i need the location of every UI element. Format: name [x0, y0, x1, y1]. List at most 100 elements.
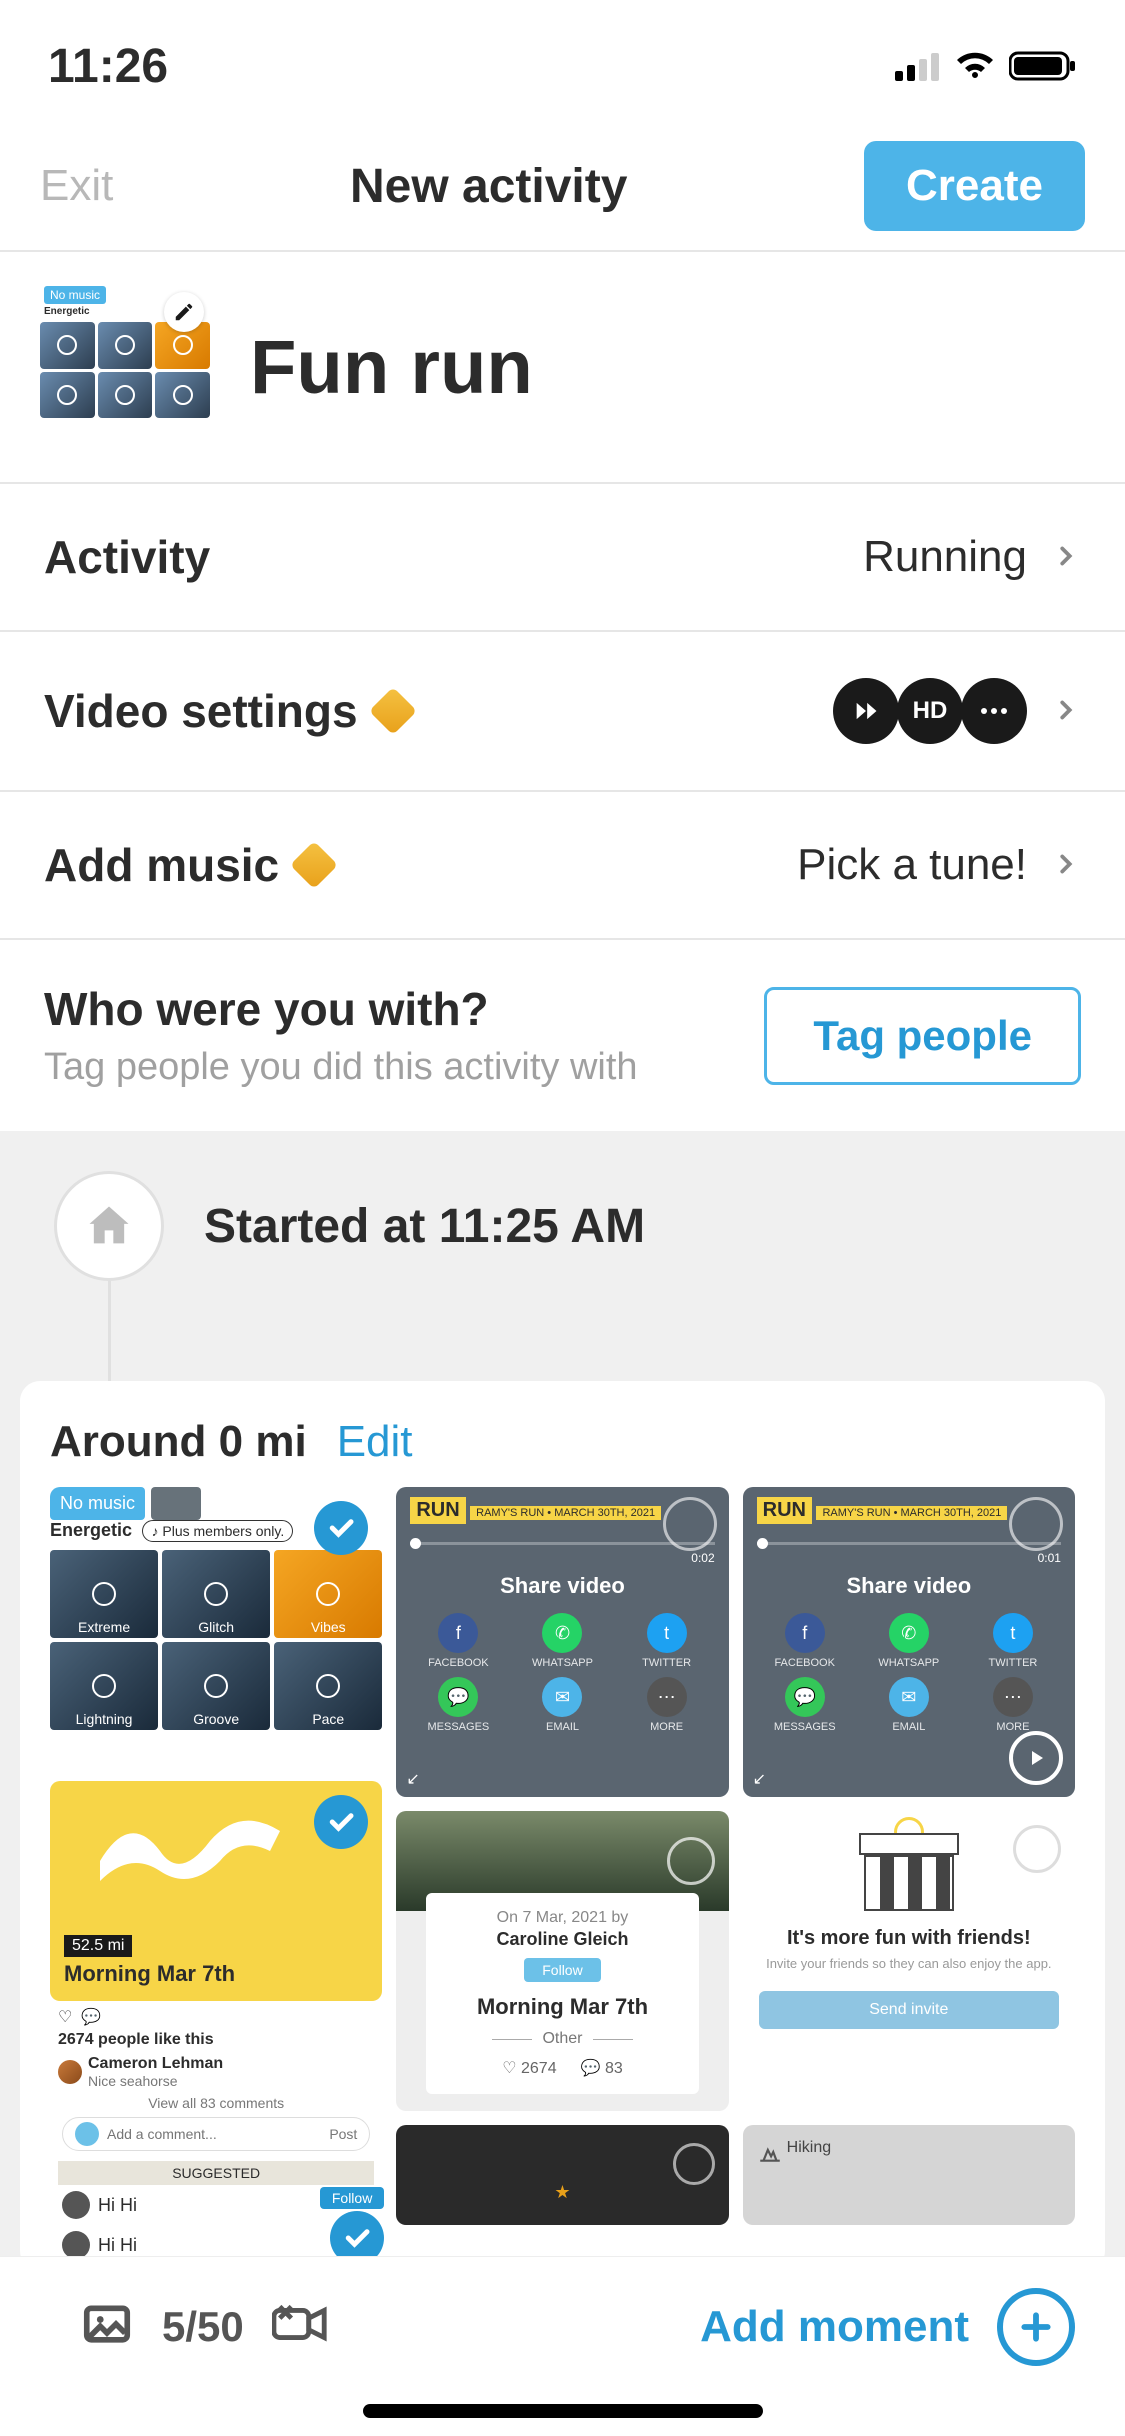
relive-title: Morning Mar 7th — [64, 1961, 235, 1987]
video-time: 0:01 — [757, 1551, 1061, 1565]
avatar — [62, 2191, 90, 2219]
messages-icon[interactable]: 💬 — [438, 1677, 478, 1717]
more-share-icon[interactable]: ⋯ — [647, 1677, 687, 1717]
whatsapp-icon[interactable]: ✆ — [889, 1613, 929, 1653]
relive-distance: 52.5 mi — [64, 1935, 132, 1957]
moment-edit-button[interactable]: Edit — [337, 1417, 413, 1467]
suggested-user-name: Hi Hi — [98, 2235, 137, 2256]
select-circle-icon[interactable] — [673, 2143, 715, 2185]
comment-compose[interactable]: Post — [62, 2117, 370, 2151]
video-slider[interactable] — [410, 1542, 714, 1545]
tag-people-title: Who were you with? — [44, 982, 638, 1036]
hd-icon: HD — [897, 678, 963, 744]
share-header-label: RUN — [757, 1497, 812, 1524]
music-tab-other[interactable] — [151, 1487, 201, 1520]
follow-button[interactable]: Follow — [320, 2187, 384, 2209]
music-cell[interactable]: Pace — [274, 1642, 382, 1730]
status-bar: 11:26 — [0, 0, 1125, 132]
page-title: New activity — [350, 159, 627, 214]
share-title: Share video — [757, 1573, 1061, 1599]
nav-bar: Exit New activity Create — [0, 132, 1125, 252]
music-cell[interactable]: Lightning — [50, 1642, 158, 1730]
download-icon[interactable]: ↙ — [406, 1769, 419, 1789]
profile-date: On 7 Mar, 2021 by — [440, 1909, 684, 1927]
music-cell[interactable]: Vibes — [274, 1550, 382, 1638]
download-icon[interactable]: ↙ — [753, 1769, 766, 1789]
activity-type-row[interactable]: Activity Running — [0, 484, 1125, 632]
thumb-tab-label: No music — [44, 286, 106, 304]
home-marker-icon — [54, 1171, 164, 1281]
hiking-tile[interactable]: Hiking — [743, 2125, 1075, 2225]
facebook-icon[interactable]: f — [438, 1613, 478, 1653]
comment-text: Nice seahorse — [88, 2073, 223, 2089]
view-all-comments[interactable]: View all 83 comments — [58, 2095, 374, 2111]
cellular-signal-icon — [895, 51, 941, 81]
music-cell[interactable]: Extreme — [50, 1550, 158, 1638]
more-share-icon[interactable]: ⋯ — [993, 1677, 1033, 1717]
exit-button[interactable]: Exit — [40, 161, 113, 211]
home-indicator[interactable] — [363, 2404, 763, 2418]
dark-map-tile[interactable]: ★ — [396, 2125, 728, 2225]
share-title: Share video — [410, 1573, 714, 1599]
tag-people-button[interactable]: Tag people — [764, 987, 1081, 1085]
twitter-icon[interactable]: t — [993, 1613, 1033, 1653]
moment-distance: Around 0 mi — [50, 1417, 307, 1467]
share-video-tile[interactable]: RUN RAMY'S RUN • MARCH 30TH, 2021 0:01 S… — [743, 1487, 1075, 1797]
add-moment-label[interactable]: Add moment — [700, 2302, 969, 2352]
video-slider[interactable] — [757, 1542, 1061, 1545]
twitter-icon[interactable]: t — [647, 1613, 687, 1653]
likes-count: 2674 people like this — [58, 2031, 374, 2049]
profile-card-tile[interactable]: On 7 Mar, 2021 by Caroline Gleich Follow… — [396, 1811, 728, 2111]
status-icons — [895, 50, 1077, 82]
timeline-connector — [108, 1281, 111, 1381]
comment-input[interactable] — [107, 2126, 321, 2142]
share-video-tile[interactable]: RUN RAMY'S RUN • MARCH 30TH, 2021 0:02 S… — [396, 1487, 728, 1797]
photo-count: 5/50 — [162, 2303, 244, 2351]
facebook-icon[interactable]: f — [785, 1613, 825, 1653]
timeline-started-label: Started at 11:25 AM — [204, 1199, 645, 1254]
activity-name[interactable]: Fun run — [250, 324, 533, 411]
video-setting-icons: HD — [833, 678, 1027, 744]
avatar — [75, 2122, 99, 2146]
music-picker-tile[interactable]: No music Energetic ♪ Plus members only. … — [50, 1487, 382, 1767]
video-camera-icon[interactable] — [272, 2302, 330, 2351]
gift-icon — [864, 1831, 954, 1911]
video-settings-row[interactable]: Video settings HD — [0, 632, 1125, 792]
email-icon[interactable]: ✉ — [542, 1677, 582, 1717]
create-button[interactable]: Create — [864, 141, 1085, 231]
check-icon — [314, 1501, 368, 1555]
like-icon[interactable]: ♡ 💬 — [58, 2007, 374, 2027]
profile-name: Caroline Gleich — [440, 1929, 684, 1950]
messages-icon[interactable]: 💬 — [785, 1677, 825, 1717]
profile-activity-title: Morning Mar 7th — [440, 1994, 684, 2020]
invite-friends-tile[interactable]: It's more fun with friends! Invite your … — [743, 1811, 1075, 2111]
photos-icon[interactable] — [80, 2297, 134, 2356]
play-icon[interactable] — [1009, 1731, 1063, 1785]
post-button[interactable]: Post — [329, 2126, 357, 2142]
music-plus-pill: ♪ Plus members only. — [142, 1520, 293, 1542]
tag-people-row: Who were you with? Tag people you did th… — [0, 940, 1125, 1131]
send-invite-button[interactable]: Send invite — [759, 1991, 1059, 2029]
invite-title: It's more fun with friends! — [759, 1927, 1059, 1950]
whatsapp-icon[interactable]: ✆ — [542, 1613, 582, 1653]
music-cell[interactable]: Groove — [162, 1642, 270, 1730]
thumb-energetic-label: Energetic — [44, 306, 90, 317]
activity-label: Activity — [44, 530, 210, 584]
music-cell[interactable]: Glitch — [162, 1550, 270, 1638]
suggested-label: SUGGESTED — [58, 2161, 374, 2185]
add-moment-button[interactable] — [997, 2288, 1075, 2366]
select-circle-icon[interactable] — [1013, 1825, 1061, 1873]
chevron-right-icon — [1051, 532, 1081, 582]
activity-thumbnail[interactable]: No music Energetic — [40, 282, 210, 452]
add-music-row[interactable]: Add music Pick a tune! — [0, 792, 1125, 940]
suggested-user-name: Hi Hi — [98, 2195, 137, 2216]
profile-follow-button[interactable]: Follow — [524, 1958, 600, 1982]
music-tab-no-music[interactable]: No music — [50, 1487, 145, 1520]
check-icon — [314, 1795, 368, 1849]
edit-thumbnail-icon[interactable] — [164, 292, 204, 332]
video-settings-label: Video settings — [44, 684, 358, 738]
relive-post-tile[interactable]: 52.5 mi Morning Mar 7th ♡ 💬 2674 people … — [50, 1781, 382, 2271]
avatar — [62, 2231, 90, 2259]
email-icon[interactable]: ✉ — [889, 1677, 929, 1717]
select-circle-icon[interactable] — [667, 1837, 715, 1885]
